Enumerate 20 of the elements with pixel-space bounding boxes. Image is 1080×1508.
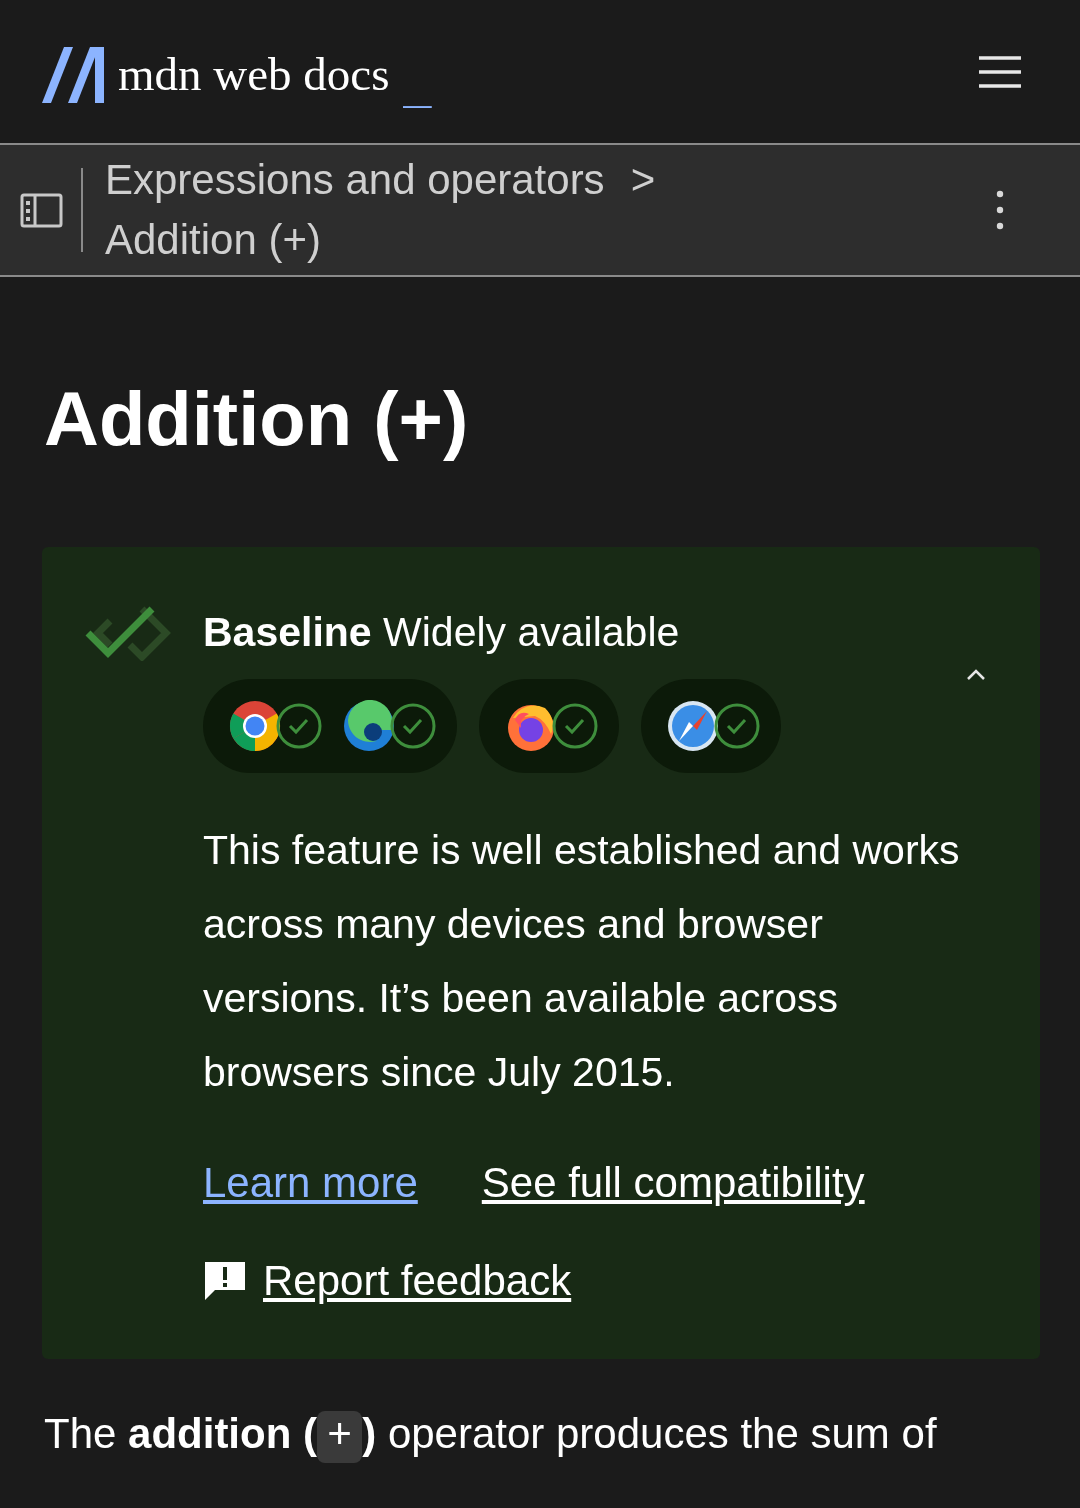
browser-logo-icon: [667, 699, 719, 752]
logo-text[interactable]: mdn web docs: [118, 51, 390, 98]
baseline-description: This feature is well established and works across many devices and browser versions. It’s been available across browsers since July 2015.: [203, 825, 961, 1097]
browser-logo-icon: [343, 699, 395, 752]
breadcrumb-link[interactable]: Addition (+): [105, 213, 996, 267]
page-title: Addition (+): [44, 377, 470, 461]
sidebar-toggle-icon[interactable]: [20, 192, 63, 228]
more-options-icon[interactable]: [996, 190, 1004, 230]
browser-logo-icon: [229, 699, 281, 752]
intro-paragraph: The addition ( + ) operator produces the sum of: [44, 1408, 938, 1462]
breadcrumb-link[interactable]: Expressions and operators: [105, 153, 605, 207]
feedback-icon: [203, 1259, 247, 1302]
learn-more-link[interactable]: Learn more: [203, 1158, 418, 1207]
report-feedback-link[interactable]: Report feedback: [263, 1256, 572, 1305]
baseline-status: Baseline Widely available: [203, 609, 680, 657]
cursor-mark: _: [403, 59, 432, 110]
compatibility-link[interactable]: See full compatibility: [481, 1158, 865, 1207]
breadcrumb-separator: >: [630, 155, 656, 205]
menu-icon[interactable]: [979, 54, 1021, 89]
logo-icon[interactable]: [42, 46, 104, 103]
